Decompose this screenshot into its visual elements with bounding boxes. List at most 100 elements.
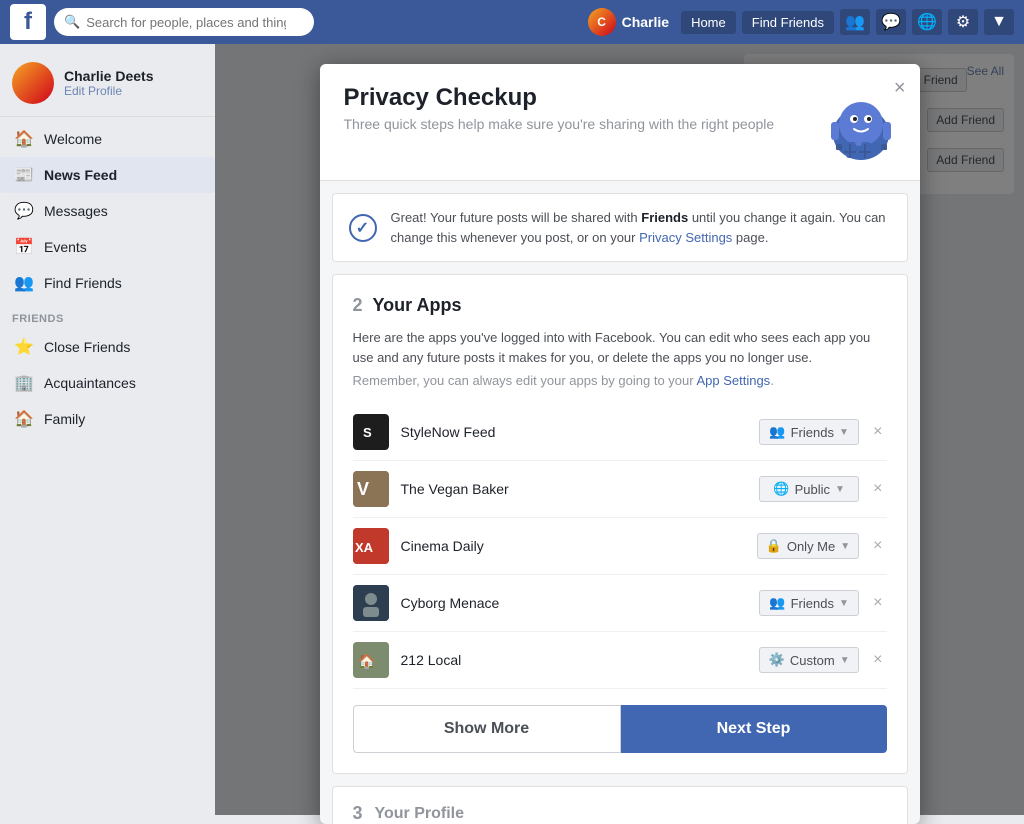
sidebar-item-label: Find Friends bbox=[44, 275, 122, 291]
dropdown-arrow: ▼ bbox=[835, 484, 845, 495]
modal-overlay: Privacy Checkup Three quick steps help m… bbox=[215, 44, 1024, 815]
remove-app-cinema[interactable]: × bbox=[869, 537, 886, 555]
profile-edit-link[interactable]: Edit Profile bbox=[64, 84, 153, 98]
nav-username: Charlie bbox=[622, 14, 669, 30]
nav-avatar: C bbox=[588, 8, 616, 36]
privacy-label-local: Custom bbox=[790, 653, 835, 668]
settings-icon[interactable]: ⚙ bbox=[948, 9, 978, 35]
sidebar-item-messages[interactable]: 💬 Messages bbox=[0, 193, 215, 229]
search-bar[interactable]: 🔍 bbox=[54, 8, 314, 36]
nav-right: C Charlie Home Find Friends 👥 💬 🌐 ⚙ ▼ bbox=[588, 8, 1014, 36]
friends-bold: Friends bbox=[641, 210, 688, 225]
modal-title: Privacy Checkup bbox=[344, 84, 806, 112]
step-3-collapsed: 3 Your Profile bbox=[332, 786, 908, 824]
custom-icon: ⚙️ bbox=[769, 652, 785, 668]
sidebar-item-label: Acquaintances bbox=[44, 375, 136, 391]
privacy-label-stylenow: Friends bbox=[791, 425, 834, 440]
step-1-completed: ✓ Great! Your future posts will be share… bbox=[332, 193, 908, 262]
svg-text:S: S bbox=[363, 425, 372, 440]
remove-app-local[interactable]: × bbox=[869, 651, 886, 669]
privacy-select-local[interactable]: ⚙️ Custom ▼ bbox=[759, 647, 859, 673]
sidebar-item-events[interactable]: 📅 Events bbox=[0, 229, 215, 265]
main-content: See All Add Friend Add Friend Add Friend bbox=[215, 44, 1024, 815]
find-friends-icon: 👥 bbox=[12, 271, 36, 295]
profile-info: Charlie Deets Edit Profile bbox=[64, 68, 153, 98]
events-icon: 📅 bbox=[12, 235, 36, 259]
dropdown-icon[interactable]: ▼ bbox=[984, 9, 1014, 35]
profile-name: Charlie Deets bbox=[64, 68, 153, 84]
nav-user[interactable]: C Charlie bbox=[588, 8, 669, 36]
app-name-cyborg: Cyborg Menace bbox=[401, 595, 760, 611]
lock-icon: 🔒 bbox=[766, 538, 782, 554]
sidebar-item-welcome[interactable]: 🏠 Welcome bbox=[0, 121, 215, 157]
app-name-cinema: Cinema Daily bbox=[401, 538, 757, 554]
step-2-number: 2 bbox=[353, 295, 363, 316]
privacy-label-cyborg: Friends bbox=[791, 596, 834, 611]
messages-icon[interactable]: 💬 bbox=[876, 9, 906, 35]
app-settings-link[interactable]: App Settings bbox=[696, 373, 770, 388]
modal-title-area: Privacy Checkup Three quick steps help m… bbox=[344, 84, 806, 132]
step-2-active: 2 Your Apps Here are the apps you've log… bbox=[332, 274, 908, 774]
mascot-illustration bbox=[806, 84, 896, 164]
globe-icon: 🌐 bbox=[773, 481, 789, 497]
app-icon-local: 🏠 bbox=[353, 642, 389, 678]
search-icon: 🔍 bbox=[64, 14, 80, 30]
privacy-label-vegan: Public bbox=[795, 482, 830, 497]
app-row-cinema: XA Cinema Daily 🔒 Only Me ▼ × bbox=[353, 518, 887, 575]
home-button[interactable]: Home bbox=[681, 11, 736, 34]
app-row-vegan: V The Vegan Baker 🌐 Public ▼ × bbox=[353, 461, 887, 518]
privacy-settings-link[interactable]: Privacy Settings bbox=[639, 230, 732, 245]
sidebar-item-label: News Feed bbox=[44, 167, 117, 183]
checkmark-icon: ✓ bbox=[356, 218, 369, 238]
app-name-vegan: The Vegan Baker bbox=[401, 481, 760, 497]
avatar bbox=[12, 62, 54, 104]
app-name-local: 212 Local bbox=[401, 652, 760, 668]
privacy-select-stylenow[interactable]: 👥 Friends ▼ bbox=[759, 419, 859, 445]
step-3-title: Your Profile bbox=[375, 805, 465, 823]
app-icon-stylenow: S bbox=[353, 414, 389, 450]
privacy-select-cyborg[interactable]: 👥 Friends ▼ bbox=[759, 590, 859, 616]
show-more-button[interactable]: Show More bbox=[353, 705, 621, 753]
sidebar-item-find-friends[interactable]: 👥 Find Friends bbox=[0, 265, 215, 301]
app-row-stylenow: S StyleNow Feed 👥 Friends ▼ × bbox=[353, 404, 887, 461]
sidebar-profile[interactable]: Charlie Deets Edit Profile bbox=[0, 54, 215, 117]
friends-icon: 👥 bbox=[769, 595, 785, 611]
privacy-select-cinema[interactable]: 🔒 Only Me ▼ bbox=[757, 533, 860, 559]
remove-app-cyborg[interactable]: × bbox=[869, 594, 886, 612]
sidebar-item-news-feed[interactable]: 📰 News Feed bbox=[0, 157, 215, 193]
app-row-local: 🏠 212 Local ⚙️ Custom ▼ × bbox=[353, 632, 887, 689]
friend-requests-icon[interactable]: 👥 bbox=[840, 9, 870, 35]
sidebar-item-close-friends[interactable]: ⭐ Close Friends bbox=[0, 329, 215, 365]
modal-button-row: Show More Next Step bbox=[353, 705, 887, 753]
next-step-button[interactable]: Next Step bbox=[621, 705, 887, 753]
close-friends-icon: ⭐ bbox=[12, 335, 36, 359]
sidebar-item-family[interactable]: 🏠 Family bbox=[0, 401, 215, 437]
find-friends-button[interactable]: Find Friends bbox=[742, 11, 834, 34]
sidebar-item-label: Close Friends bbox=[44, 339, 130, 355]
step-2-settings-note: Remember, you can always edit your apps … bbox=[353, 373, 887, 388]
sidebar-item-label: Messages bbox=[44, 203, 108, 219]
svg-text:🏠: 🏠 bbox=[358, 653, 375, 670]
sidebar-item-label: Welcome bbox=[44, 131, 102, 147]
step-3-number: 3 bbox=[353, 803, 363, 824]
step-2-header: 2 Your Apps bbox=[353, 295, 887, 316]
check-circle: ✓ bbox=[349, 214, 377, 242]
step-2-title: Your Apps bbox=[373, 295, 462, 316]
acquaintances-icon: 🏢 bbox=[12, 371, 36, 395]
remove-app-stylenow[interactable]: × bbox=[869, 423, 886, 441]
app-icon-vegan: V bbox=[353, 471, 389, 507]
fb-letter: f bbox=[24, 10, 32, 34]
app-icon-cyborg bbox=[353, 585, 389, 621]
svg-text:XA: XA bbox=[355, 540, 374, 555]
top-navigation: f 🔍 C Charlie Home Find Friends 👥 💬 🌐 ⚙ … bbox=[0, 0, 1024, 44]
step-1-text: Great! Your future posts will be shared … bbox=[391, 208, 891, 247]
facebook-logo: f bbox=[10, 4, 46, 40]
privacy-select-vegan[interactable]: 🌐 Public ▼ bbox=[759, 476, 859, 502]
sidebar-item-acquaintances[interactable]: 🏢 Acquaintances bbox=[0, 365, 215, 401]
close-button[interactable]: × bbox=[894, 78, 906, 98]
remove-app-vegan[interactable]: × bbox=[869, 480, 886, 498]
notifications-icon[interactable]: 🌐 bbox=[912, 9, 942, 35]
search-input[interactable] bbox=[86, 15, 286, 30]
privacy-checkup-modal: Privacy Checkup Three quick steps help m… bbox=[320, 64, 920, 824]
modal-header: Privacy Checkup Three quick steps help m… bbox=[320, 64, 920, 181]
